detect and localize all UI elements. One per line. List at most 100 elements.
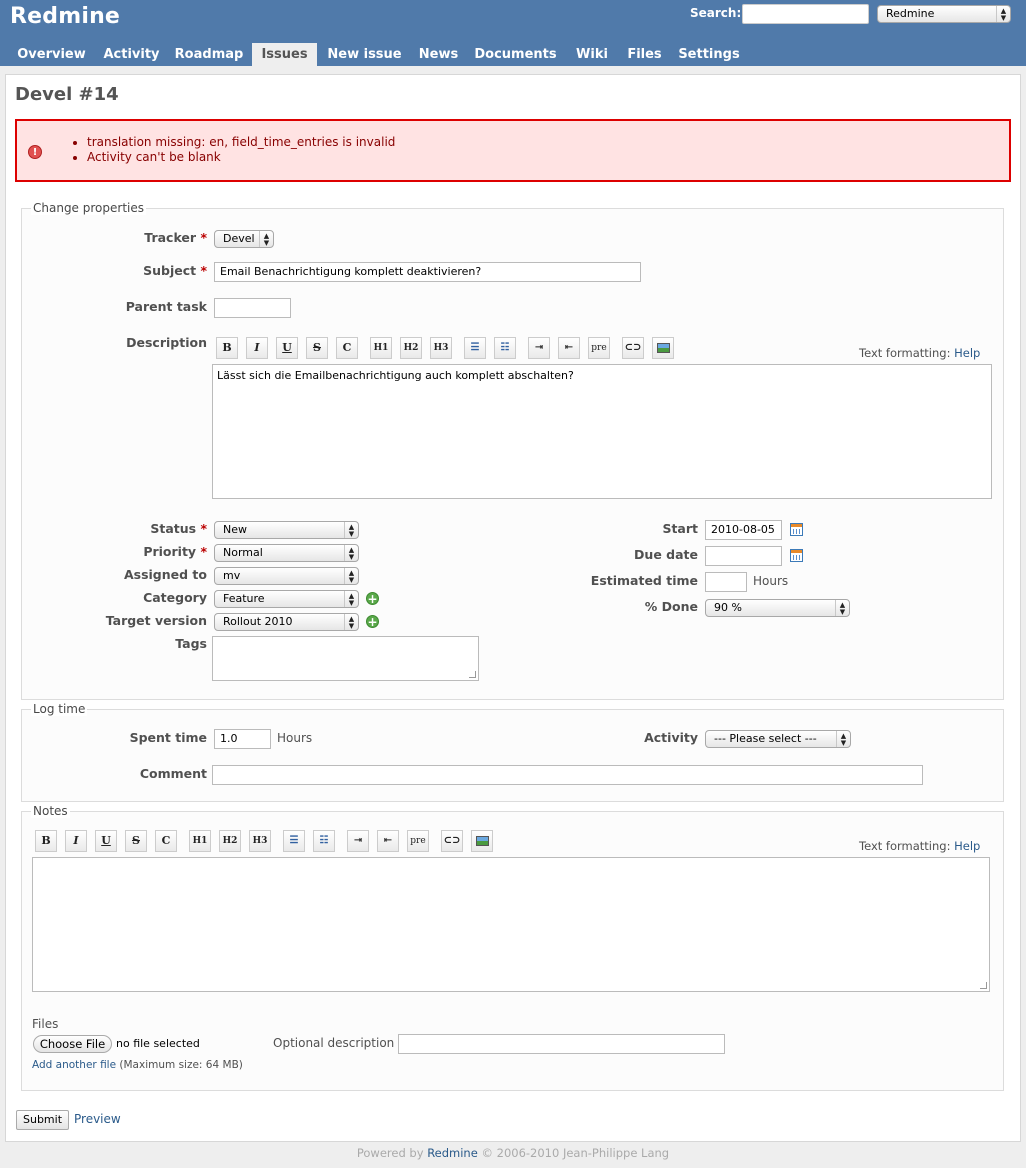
tab-news[interactable]: News — [412, 43, 465, 66]
underline-icon[interactable]: U — [95, 830, 117, 852]
category-value: Feature — [223, 592, 265, 605]
chevron-updown-icon: ▲ ▼ — [259, 231, 273, 247]
heading-3-icon[interactable]: H3 — [249, 830, 271, 852]
preformatted-icon[interactable]: pre — [407, 830, 429, 852]
tab-issues[interactable]: Issues — [252, 43, 317, 66]
inline-code-icon[interactable]: C — [155, 830, 177, 852]
indent-right-icon[interactable]: ⇥ — [528, 337, 550, 359]
resize-grip-icon[interactable] — [980, 982, 987, 989]
indent-left-icon[interactable]: ⇤ — [377, 830, 399, 852]
description-textarea[interactable]: Lässt sich die Emailbenachrichtigung auc… — [212, 364, 992, 499]
activity-label: Activity — [644, 730, 698, 745]
parent-task-label: Parent task — [125, 299, 207, 314]
heading-1-icon[interactable]: H1 — [189, 830, 211, 852]
choose-file-button[interactable]: Choose File — [33, 1035, 112, 1053]
indent-right-icon[interactable]: ⇥ — [347, 830, 369, 852]
italic-icon[interactable]: I — [65, 830, 87, 852]
resize-grip-icon[interactable] — [469, 671, 476, 678]
heading-1-icon[interactable]: H1 — [370, 337, 392, 359]
search-label: Search: — [690, 6, 742, 20]
heading-2-icon[interactable]: H2 — [400, 337, 422, 359]
status-select[interactable]: New ▲ ▼ — [214, 521, 359, 539]
assigned-to-value: mv — [223, 569, 241, 582]
unordered-list-icon[interactable]: ☰ — [283, 830, 305, 852]
link-icon[interactable]: ⊂⊃ — [622, 337, 644, 359]
assigned-to-label: Assigned to — [123, 567, 207, 582]
spent-time-input[interactable]: 1.0 — [214, 729, 271, 749]
add-version-icon[interactable]: + — [366, 615, 379, 628]
preformatted-icon[interactable]: pre — [588, 337, 610, 359]
due-date-input[interactable] — [705, 546, 782, 566]
error-item: Activity can't be blank — [87, 150, 395, 165]
calendar-icon[interactable] — [790, 549, 803, 562]
tab-settings[interactable]: Settings — [671, 43, 747, 66]
tab-new-issue[interactable]: New issue — [317, 43, 412, 66]
bold-icon[interactable]: B — [35, 830, 57, 852]
strikethrough-icon[interactable]: S — [306, 337, 328, 359]
text-formatting-label: Text formatting: Help — [859, 346, 981, 360]
search-input[interactable] — [742, 4, 869, 24]
error-item: translation missing: en, field_time_entr… — [87, 135, 395, 150]
add-category-icon[interactable]: + — [366, 592, 379, 605]
assigned-to-select[interactable]: mv ▲ ▼ — [214, 567, 359, 585]
error-list: translation missing: en, field_time_entr… — [87, 135, 395, 165]
tracker-select[interactable]: Devel ▲ ▼ — [214, 230, 274, 248]
tab-files[interactable]: Files — [618, 43, 671, 66]
target-version-select[interactable]: Rollout 2010 ▲ ▼ — [214, 613, 359, 631]
notes-textarea[interactable] — [32, 857, 990, 992]
app-title[interactable]: Redmine — [10, 4, 120, 29]
tab-overview[interactable]: Overview — [6, 43, 97, 66]
tags-textarea[interactable] — [212, 636, 479, 681]
activity-select[interactable]: --- Please select --- ▲ ▼ — [705, 730, 851, 748]
chevron-updown-icon: ▲ ▼ — [996, 6, 1010, 22]
image-icon[interactable] — [652, 337, 674, 359]
notes-fieldset: Notes B I U S C H1 H2 H3 ☰ ☷ ⇥ ⇤ pre ⊂⊃ … — [21, 804, 1004, 1091]
underline-icon[interactable]: U — [276, 337, 298, 359]
estimated-time-input[interactable] — [705, 572, 747, 592]
tab-roadmap[interactable]: Roadmap — [166, 43, 252, 66]
tracker-value: Devel — [223, 232, 255, 245]
add-another-file-link[interactable]: Add another file — [32, 1059, 116, 1071]
redmine-link[interactable]: Redmine — [427, 1146, 478, 1160]
status-value: New — [223, 523, 247, 536]
change-properties-fieldset: Change properties Tracker * Devel ▲ ▼ Sub… — [21, 201, 1004, 700]
tab-wiki[interactable]: Wiki — [566, 43, 618, 66]
category-label: Category — [143, 590, 207, 605]
heading-3-icon[interactable]: H3 — [430, 337, 452, 359]
start-date-input[interactable]: 2010-08-05 — [705, 520, 782, 540]
submit-button[interactable]: Submit — [16, 1110, 69, 1130]
italic-icon[interactable]: I — [246, 337, 268, 359]
text-formatting-help-link[interactable]: Help — [954, 346, 980, 360]
bold-icon[interactable]: B — [216, 337, 238, 359]
comment-input[interactable] — [212, 765, 923, 785]
target-version-value: Rollout 2010 — [223, 615, 293, 628]
tab-documents[interactable]: Documents — [465, 43, 566, 66]
done-ratio-select[interactable]: 90 % ▲ ▼ — [705, 599, 850, 617]
ordered-list-icon[interactable]: ☷ — [313, 830, 335, 852]
text-formatting-help-link[interactable]: Help — [954, 839, 980, 853]
inline-code-icon[interactable]: C — [336, 337, 358, 359]
ordered-list-icon[interactable]: ☷ — [494, 337, 516, 359]
chevron-updown-icon: ▲ ▼ — [344, 522, 358, 538]
project-jump-select[interactable]: Redmine ▲ ▼ — [877, 5, 1011, 23]
subject-input[interactable]: Email Benachrichtigung komplett deaktivi… — [214, 262, 641, 282]
heading-2-icon[interactable]: H2 — [219, 830, 241, 852]
strikethrough-icon[interactable]: S — [125, 830, 147, 852]
parent-task-input[interactable] — [214, 298, 291, 318]
priority-select[interactable]: Normal ▲ ▼ — [214, 544, 359, 562]
chevron-updown-icon: ▲ ▼ — [836, 731, 850, 747]
unordered-list-icon[interactable]: ☰ — [464, 337, 486, 359]
indent-left-icon[interactable]: ⇤ — [558, 337, 580, 359]
preview-link[interactable]: Preview — [74, 1112, 121, 1126]
tab-activity[interactable]: Activity — [97, 43, 166, 66]
spent-hours-unit: Hours — [277, 731, 313, 745]
optional-description-label: Optional description — [273, 1036, 395, 1050]
start-date-label: Start — [662, 521, 698, 536]
file-description-input[interactable] — [398, 1034, 725, 1054]
tags-label: Tags — [175, 636, 207, 651]
calendar-icon[interactable] — [790, 523, 803, 536]
image-icon[interactable] — [471, 830, 493, 852]
tracker-label: Tracker * — [144, 230, 207, 245]
category-select[interactable]: Feature ▲ ▼ — [214, 590, 359, 608]
link-icon[interactable]: ⊂⊃ — [441, 830, 463, 852]
